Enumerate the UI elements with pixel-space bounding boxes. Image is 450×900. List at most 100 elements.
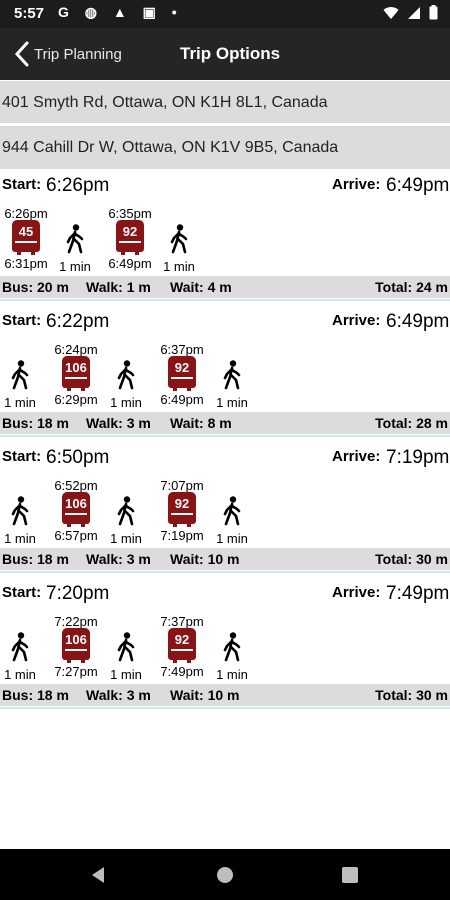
trip-option[interactable]: Start: 6:22pm Arrive: 6:49pm 1 min 6:24pm 106 6… (0, 306, 450, 441)
notification-icons: G ◍ ▲ ▣ • (58, 4, 183, 20)
walk-total: Walk: 1 m (86, 279, 151, 295)
destination-address: 944 Cahill Dr W, Ottawa, ON K1V 9B5, Can… (0, 126, 450, 169)
wait-total: Wait: 8 m (170, 415, 232, 431)
status-bar: 5:57 G ◍ ▲ ▣ • (0, 0, 450, 28)
bus-arrive-time: 7:27pm (54, 664, 98, 679)
wifi-icon (383, 6, 399, 19)
battery-icon (429, 5, 438, 20)
trip-divider (0, 435, 450, 437)
start-label: Start: (2, 448, 42, 465)
signal-icon (408, 6, 420, 19)
walk-duration: 1 min (163, 259, 195, 274)
page-title: Trip Options (180, 44, 281, 63)
wait-total: Wait: 4 m (170, 279, 232, 295)
walk-duration: 1 min (110, 667, 142, 682)
system-nav-bar (0, 849, 450, 900)
walk-duration: 1 min (216, 395, 248, 410)
bus-duration: Bus: 18 m (2, 551, 69, 567)
walk-icon (115, 632, 137, 662)
walk-total: Walk: 3 m (86, 415, 151, 431)
walk-duration: 1 min (110, 395, 142, 410)
trip-summary: Bus: 18 m Walk: 3 m Wait: 10 m Total: 30 m (0, 684, 450, 706)
status-time: 5:57 (14, 5, 45, 22)
bus-duration: Bus: 18 m (2, 687, 69, 703)
back-button[interactable]: Trip Planning (14, 38, 122, 70)
bus-route-92-icon: 92 (168, 356, 196, 391)
trip-total: Total: 24 m (375, 279, 448, 295)
walk-icon (9, 632, 31, 662)
bus-duration: Bus: 18 m (2, 415, 69, 431)
arrive-label: Arrive: (332, 448, 381, 465)
bus-arrive-time: 6:57pm (54, 528, 98, 543)
bus-depart-time: 6:35pm (108, 206, 152, 221)
trip-divider (0, 571, 450, 573)
wait-total: Wait: 10 m (170, 551, 240, 567)
walk-duration: 1 min (4, 667, 36, 682)
walk-icon (9, 360, 31, 390)
bus-depart-time: 6:52pm (54, 478, 98, 493)
trip-option[interactable]: Start: 7:20pm Arrive: 7:49pm 1 min 7:22pm 106 7… (0, 578, 450, 713)
walk-icon (115, 360, 137, 390)
walk-total: Walk: 3 m (86, 551, 151, 567)
trip-summary: Bus: 18 m Walk: 3 m Wait: 8 m Total: 28 m (0, 412, 450, 434)
trip-option[interactable]: Start: 6:50pm Arrive: 7:19pm 1 min 6:52pm 106 6… (0, 442, 450, 577)
bus-depart-time: 7:22pm (54, 614, 98, 629)
bus-route-92-icon: 92 (168, 492, 196, 527)
walk-icon (221, 632, 243, 662)
bus-duration: Bus: 20 m (2, 279, 69, 295)
bus-depart-time: 7:37pm (160, 614, 204, 629)
bus-route-106-icon: 106 (62, 492, 90, 527)
arrive-label: Arrive: (332, 312, 381, 329)
start-label: Start: (2, 584, 42, 601)
walk-duration: 1 min (4, 531, 36, 546)
bus-depart-time: 6:26pm (4, 206, 48, 221)
trip-total: Total: 30 m (375, 551, 448, 567)
arrive-time: 6:49pm (386, 311, 450, 332)
bus-arrive-time: 6:49pm (160, 392, 204, 407)
bus-route-92-icon: 92 (168, 628, 196, 663)
walk-total: Walk: 3 m (86, 687, 151, 703)
bus-depart-time: 6:37pm (160, 342, 204, 357)
walk-icon (64, 224, 86, 254)
walk-icon (168, 224, 190, 254)
bus-depart-time: 6:24pm (54, 342, 98, 357)
trip-option[interactable]: Start: 6:26pm Arrive: 6:49pm 6:26pm 45 6:31pm 1… (0, 170, 450, 305)
bus-route-106-icon: 106 (62, 628, 90, 663)
trip-divider (0, 299, 450, 301)
walk-duration: 1 min (216, 531, 248, 546)
arrive-label: Arrive: (332, 584, 381, 601)
wait-total: Wait: 10 m (170, 687, 240, 703)
walk-duration: 1 min (110, 531, 142, 546)
bus-arrive-time: 7:19pm (160, 528, 204, 543)
start-time: 6:22pm (46, 311, 110, 332)
trip-divider (0, 707, 450, 709)
bus-route-106-icon: 106 (62, 356, 90, 391)
trip-total: Total: 28 m (375, 415, 448, 431)
home-circle-icon[interactable] (213, 863, 237, 887)
bus-arrive-time: 7:49pm (160, 664, 204, 679)
bus-depart-time: 7:07pm (160, 478, 204, 493)
trip-summary: Bus: 18 m Walk: 3 m Wait: 10 m Total: 30 m (0, 548, 450, 570)
bus-route-45-icon: 45 (12, 220, 40, 255)
bus-arrive-time: 6:31pm (4, 256, 48, 271)
back-triangle-icon[interactable] (86, 863, 110, 887)
recents-square-icon[interactable] (338, 863, 362, 887)
walk-icon (221, 360, 243, 390)
arrive-label: Arrive: (332, 176, 381, 193)
walk-duration: 1 min (216, 667, 248, 682)
bus-arrive-time: 6:49pm (108, 256, 152, 271)
arrive-time: 7:49pm (386, 583, 450, 604)
status-right-icons (383, 5, 438, 20)
start-time: 6:26pm (46, 175, 110, 196)
bus-arrive-time: 6:29pm (54, 392, 98, 407)
walk-icon (221, 496, 243, 526)
start-label: Start: (2, 176, 42, 193)
arrive-time: 6:49pm (386, 175, 450, 196)
back-label: Trip Planning (34, 45, 122, 63)
trip-total: Total: 30 m (375, 687, 448, 703)
walk-duration: 1 min (59, 259, 91, 274)
app-bar: Trip Planning Trip Options (0, 28, 450, 80)
trip-summary: Bus: 20 m Walk: 1 m Wait: 4 m Total: 24 m (0, 276, 450, 298)
walk-icon (115, 496, 137, 526)
origin-address: 401 Smyth Rd, Ottawa, ON K1H 8L1, Canada (0, 81, 450, 124)
